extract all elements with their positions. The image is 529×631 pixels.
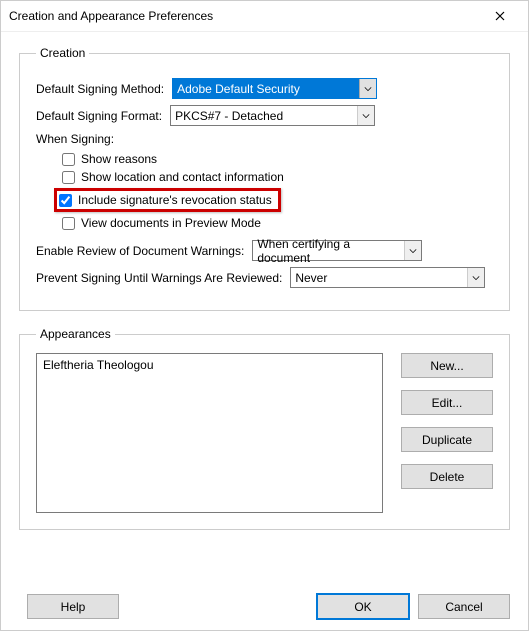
cancel-button[interactable]: Cancel (418, 594, 510, 619)
appearances-listbox[interactable]: Eleftheria Theologou (36, 353, 383, 513)
show-reasons-label: Show reasons (81, 152, 157, 166)
signing-format-value: PKCS#7 - Detached (175, 109, 283, 123)
show-location-label: Show location and contact information (81, 170, 284, 184)
creation-legend: Creation (36, 46, 89, 60)
appearances-legend: Appearances (36, 327, 115, 341)
signing-method-value: Adobe Default Security (177, 82, 300, 96)
show-reasons-checkbox[interactable] (62, 153, 75, 166)
revocation-status-checkbox[interactable] (59, 194, 72, 207)
titlebar: Creation and Appearance Preferences (1, 1, 528, 32)
review-warnings-value: When certifying a document (257, 237, 403, 265)
signing-format-dropdown[interactable]: PKCS#7 - Detached (170, 105, 375, 126)
dialog-body: Creation Default Signing Method: Adobe D… (1, 32, 528, 530)
signing-method-dropdown[interactable]: Adobe Default Security (172, 78, 377, 99)
signing-method-label: Default Signing Method: (36, 82, 164, 96)
ok-button[interactable]: OK (316, 593, 410, 620)
preview-mode-label: View documents in Preview Mode (81, 216, 261, 230)
revocation-status-label: Include signature's revocation status (78, 193, 272, 207)
highlighted-option: Include signature's revocation status (54, 188, 281, 212)
bottom-bar: Help OK Cancel (1, 593, 528, 620)
chevron-down-icon (357, 106, 374, 125)
chevron-down-icon (404, 241, 421, 260)
window-title: Creation and Appearance Preferences (9, 9, 480, 23)
help-button[interactable]: Help (27, 594, 119, 619)
chevron-down-icon (359, 79, 376, 98)
close-icon (495, 11, 505, 21)
list-item[interactable]: Eleftheria Theologou (43, 358, 376, 372)
creation-group: Creation Default Signing Method: Adobe D… (19, 46, 510, 311)
signing-format-label: Default Signing Format: (36, 109, 162, 123)
edit-button[interactable]: Edit... (401, 390, 493, 415)
duplicate-button[interactable]: Duplicate (401, 427, 493, 452)
review-warnings-label: Enable Review of Document Warnings: (36, 244, 244, 258)
show-location-checkbox[interactable] (62, 171, 75, 184)
chevron-down-icon (467, 268, 484, 287)
delete-button[interactable]: Delete (401, 464, 493, 489)
when-signing-options: Show reasons Show location and contact i… (62, 152, 493, 230)
close-button[interactable] (480, 1, 520, 31)
when-signing-label: When Signing: (36, 132, 114, 146)
preferences-window: Creation and Appearance Preferences Crea… (0, 0, 529, 631)
new-button[interactable]: New... (401, 353, 493, 378)
preview-mode-checkbox[interactable] (62, 217, 75, 230)
prevent-signing-dropdown[interactable]: Never (290, 267, 485, 288)
appearances-group: Appearances Eleftheria Theologou New... … (19, 327, 510, 530)
review-warnings-dropdown[interactable]: When certifying a document (252, 240, 422, 261)
prevent-signing-value: Never (295, 271, 327, 285)
prevent-signing-label: Prevent Signing Until Warnings Are Revie… (36, 271, 282, 285)
appearances-buttons: New... Edit... Duplicate Delete (401, 353, 493, 513)
